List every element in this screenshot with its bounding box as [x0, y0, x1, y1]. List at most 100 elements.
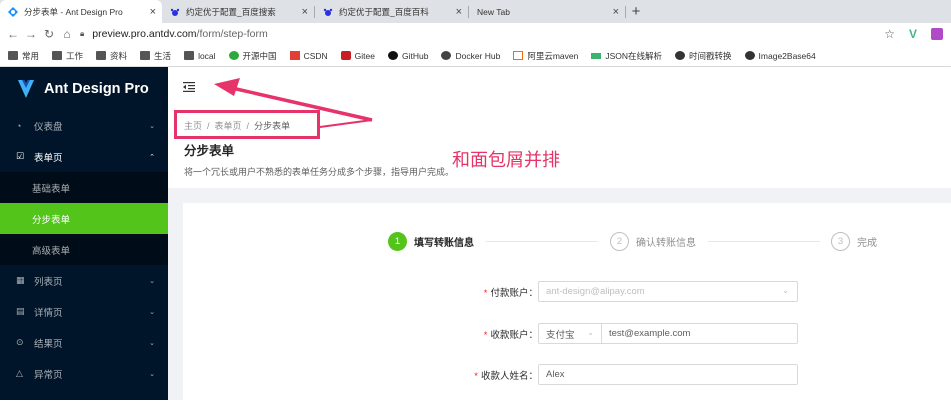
- bookmark-item[interactable]: 常用: [8, 50, 39, 62]
- annotation-text: 和面包屑并排: [452, 150, 560, 170]
- step-number: 3: [831, 232, 850, 251]
- sidebar-item-exception[interactable]: △ 异常页 ⌄: [0, 358, 168, 389]
- close-icon[interactable]: ×: [613, 6, 619, 18]
- folder-icon: [96, 51, 107, 60]
- bookmark-label: Gitee: [354, 50, 375, 61]
- close-icon[interactable]: ×: [302, 6, 308, 18]
- dashboard-icon: ◔: [16, 120, 22, 131]
- bookmark-item[interactable]: 生活: [140, 50, 171, 62]
- close-icon[interactable]: ×: [150, 6, 156, 18]
- browser-tab-1[interactable]: 分步表单 - Ant Design Pro ×: [0, 0, 162, 23]
- bookmark-label: JSON在线解析: [605, 50, 663, 61]
- bookmark-item[interactable]: GitHub: [387, 50, 429, 61]
- sidebar-item-advanced-form[interactable]: 高级表单: [0, 234, 168, 265]
- page-description: 将一个冗长或用户不熟悉的表单任务分成多个步骤，指导用户完成。: [184, 167, 455, 177]
- sidebar-item-list[interactable]: ▦ 列表页 ⌄: [0, 265, 168, 296]
- label-text: 收款人姓名：: [480, 371, 538, 382]
- chevron-up-icon: ⌃: [149, 153, 155, 161]
- url-input[interactable]: 🔒︎ preview.pro.antdv.com/form/step-form: [80, 25, 884, 43]
- csdn-icon: [289, 51, 300, 60]
- pay-account-select[interactable]: ant-design@alipay.com ⌄: [538, 281, 798, 302]
- sidebar-item-result[interactable]: ⊙ 结果页 ⌄: [0, 327, 168, 358]
- gitee-icon: [340, 51, 351, 60]
- aliyun-icon: [513, 51, 524, 60]
- browser-tab-3[interactable]: 约定优于配置_百度百科 ×: [315, 0, 468, 23]
- reload-icon[interactable]: ↻: [40, 27, 58, 41]
- step-2: 2 确认转账信息: [610, 232, 696, 251]
- pay-account-label: * 付款账户：: [484, 285, 538, 299]
- bookmark-item[interactable]: Docker Hub: [441, 51, 500, 61]
- sidebar-item-profile[interactable]: ▤ 详情页 ⌄: [0, 296, 168, 327]
- bookmark-label: 阿里云maven: [527, 50, 579, 61]
- github-icon: [387, 51, 398, 60]
- receiver-name-input[interactable]: Alex: [538, 364, 798, 385]
- menu-label: 仪表盘: [34, 121, 63, 133]
- bookmark-label: 开源中国: [242, 50, 277, 61]
- bookmark-item[interactable]: local: [184, 50, 216, 61]
- back-icon[interactable]: ←: [4, 27, 22, 41]
- label-text: 收款账户：: [490, 330, 538, 341]
- bookmark-item[interactable]: 开源中国: [228, 50, 277, 62]
- receiver-type-select[interactable]: 支付宝 ⌄: [538, 323, 602, 344]
- extension-icon[interactable]: [931, 28, 943, 40]
- menu-label: 异常页: [34, 369, 63, 381]
- menu-label: 基础表单: [32, 183, 71, 195]
- sidebar-item-step-form[interactable]: 分步表单: [0, 203, 168, 234]
- content-area: 1 填写转账信息 2 确认转账信息 3 完成 * 付款账户： ant-design…: [168, 188, 951, 415]
- folder-icon: [8, 51, 18, 60]
- check-circle-icon: ⊙: [16, 337, 24, 347]
- bookmark-item[interactable]: CSDN: [289, 51, 328, 61]
- step-3: 3 完成: [831, 232, 877, 251]
- sidebar-item-basic-form[interactable]: 基础表单: [0, 172, 168, 203]
- required-mark: *: [483, 330, 488, 341]
- sidebar-item-form[interactable]: ☑ 表单页 ⌃: [0, 141, 168, 172]
- ant-design-favicon-icon: [8, 6, 18, 17]
- folder-icon: [184, 51, 195, 60]
- browser-tab-bar: 分步表单 - Ant Design Pro × 约定优于配置_百度搜索 × 约定…: [0, 0, 951, 23]
- vue-devtools-icon[interactable]: V: [909, 27, 917, 41]
- bookmark-item[interactable]: 资料: [96, 50, 127, 62]
- step-connector: [708, 241, 820, 242]
- chevron-down-icon: ⌄: [782, 286, 789, 295]
- bookmark-item[interactable]: Image2Base64: [744, 51, 816, 61]
- menu-label: 结果页: [34, 338, 63, 350]
- steps: 1 填写转账信息 2 确认转账信息 3 完成: [388, 232, 898, 252]
- browser-tab-4[interactable]: New Tab ×: [469, 0, 625, 23]
- app-header: [168, 67, 951, 110]
- bookmark-star-icon[interactable]: ☆: [884, 27, 895, 41]
- url-path: /form/step-form: [196, 28, 268, 40]
- new-tab-button[interactable]: +: [626, 0, 646, 23]
- receiver-account-input[interactable]: test@example.com: [601, 323, 798, 344]
- globe-icon: [744, 51, 755, 60]
- menu-fold-icon[interactable]: [183, 82, 195, 92]
- warning-icon: △: [16, 368, 23, 378]
- bookmark-label: Docker Hub: [455, 50, 501, 61]
- tab-title: 分步表单 - Ant Design Pro: [24, 6, 123, 17]
- table-icon: ▦: [16, 275, 25, 285]
- label-text: 付款账户：: [490, 288, 538, 299]
- step-number: 1: [388, 232, 407, 251]
- step-1: 1 填写转账信息: [388, 232, 474, 251]
- bookmark-item[interactable]: 阿里云maven: [513, 50, 578, 62]
- bookmark-label: 工作: [66, 50, 84, 61]
- bookmark-item[interactable]: 时间戳转换: [675, 50, 732, 62]
- logo-text: Ant Design Pro: [44, 80, 149, 97]
- bookmark-item[interactable]: Gitee: [340, 50, 375, 61]
- close-icon[interactable]: ×: [456, 6, 462, 18]
- step-number: 2: [610, 232, 629, 251]
- logo[interactable]: Ant Design Pro: [0, 67, 168, 110]
- input-value: Alex: [546, 369, 565, 380]
- required-mark: *: [483, 288, 488, 299]
- bookmark-label: local: [198, 50, 216, 61]
- browser-tab-2[interactable]: 约定优于配置_百度搜索 ×: [162, 0, 314, 23]
- forward-icon[interactable]: →: [22, 27, 40, 41]
- bookmark-item[interactable]: 工作: [52, 50, 83, 62]
- home-icon[interactable]: ⌂: [58, 27, 76, 41]
- bookmark-label: GitHub: [401, 50, 429, 61]
- tab-title: New Tab: [477, 6, 510, 17]
- sidebar-item-dashboard[interactable]: ◔ 仪表盘 ⌄: [0, 110, 168, 141]
- chevron-down-icon: ⌄: [587, 328, 594, 337]
- baidu-favicon-icon: [323, 8, 333, 16]
- form-icon: ☑: [16, 151, 25, 161]
- bookmark-item[interactable]: JSON在线解析: [591, 50, 662, 62]
